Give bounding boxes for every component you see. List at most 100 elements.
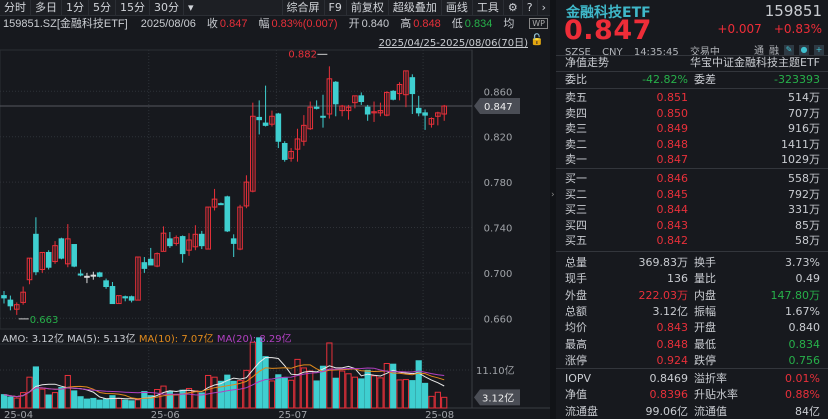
- collapse-handle-icon[interactable]: ›: [551, 190, 555, 200]
- tab-timeshare[interactable]: 分时: [0, 0, 31, 16]
- volume-bar-down: [0, 394, 8, 409]
- add-icon[interactable]: +: [814, 44, 824, 55]
- change-percent: +0.83%: [773, 22, 822, 36]
- volume-bar-up: [441, 396, 448, 409]
- stat-label: 现手: [565, 272, 587, 286]
- volume-bar-down: [415, 360, 422, 409]
- tab-15min[interactable]: 15分: [116, 0, 150, 16]
- ask-label: 卖一: [565, 153, 587, 166]
- volume-bar-down: [90, 397, 97, 409]
- chevron-right-icon[interactable]: ›: [538, 0, 550, 16]
- wp-icon[interactable]: WP: [529, 18, 548, 29]
- open-label: 开: [348, 18, 360, 30]
- volume-bar-up: [428, 395, 435, 409]
- chart-toolbar: 分时 多日 1分 5分 15分 30分 ▾ 综合屏 F9 前复权 超级叠加 画线…: [0, 0, 550, 16]
- x-tick-label: 25-08: [425, 410, 454, 419]
- candle-down: [390, 90, 396, 100]
- volume-bar-down: [319, 365, 327, 409]
- stat-label: 外盘: [565, 288, 587, 302]
- stat-label: 振幅: [694, 304, 716, 318]
- volume-bar-up: [192, 390, 199, 409]
- chart-area: 0.860 0.820 0.780 0.740 0.700 0.660 25-04 25-06…: [0, 0, 550, 419]
- volume-bar-down: [358, 378, 365, 409]
- stat-value: 136: [667, 272, 688, 286]
- period-dropdown-icon[interactable]: ▾: [184, 0, 198, 16]
- stat-value: 0.756: [788, 353, 821, 367]
- nav-row: 净值走势 华宝中证金融科技主题ETF: [556, 55, 828, 71]
- lock-icon[interactable]: 🔓: [530, 33, 544, 46]
- stat-value: 0.49: [795, 272, 821, 286]
- fund-code: 159851: [764, 2, 822, 20]
- candle-down: [198, 233, 205, 247]
- volume-bar-up: [434, 391, 441, 409]
- ask-price: 0.847: [656, 153, 689, 166]
- stat-value: 222.03万: [638, 288, 689, 302]
- gear-icon[interactable]: ⚙: [504, 0, 523, 16]
- bid-label: 买一: [565, 172, 587, 185]
- low-value: 0.834: [464, 18, 493, 30]
- volume-tick-label: 11.10亿: [476, 364, 515, 377]
- fund-value: 99.06亿: [645, 404, 689, 418]
- bid-volume: 331万: [788, 203, 820, 216]
- bell-icon[interactable]: ●: [799, 44, 809, 55]
- volume-bar-down: [179, 389, 186, 409]
- help-icon[interactable]: ?: [523, 0, 538, 16]
- candle-down: [128, 296, 135, 301]
- candlestick-chart[interactable]: 0.860 0.820 0.780 0.740 0.700 0.660 25-04 25-06…: [0, 0, 550, 419]
- volume-bar-down: [7, 396, 14, 409]
- min-price-label: 0.663: [30, 315, 59, 326]
- wb-value: -42.82%: [642, 73, 688, 86]
- volume-bar-up: [402, 379, 410, 409]
- ma10-label: MA(10): 7.07亿: [138, 334, 214, 345]
- stat-value: 1.67%: [785, 304, 820, 318]
- edit-icon[interactable]: ✎: [784, 44, 794, 55]
- volume-bar-down: [421, 382, 429, 409]
- tab-1min[interactable]: 1分: [62, 0, 89, 16]
- bid-price: 0.844: [656, 203, 689, 216]
- bid-label: 买五: [565, 234, 587, 247]
- fund-value: 0.8396: [649, 388, 689, 402]
- stat-row: 最高 0.848 最低 0.834: [556, 337, 828, 353]
- stat-label: 总额: [565, 304, 587, 318]
- ask-row: 卖一 0.847 1029万: [556, 152, 828, 168]
- fund-row: IOPV 0.8469 溢折率 0.01%: [556, 371, 828, 387]
- nav-trend-link[interactable]: 净值走势: [565, 55, 609, 71]
- candle-down: [422, 112, 428, 116]
- bid-row: 买一 0.846 558万: [556, 171, 828, 187]
- super-overlay-button[interactable]: 超级叠加: [389, 0, 442, 16]
- bid-price: 0.843: [656, 218, 689, 232]
- x-tick-label: 25-06: [151, 410, 180, 419]
- forward-adjust-button[interactable]: 前复权: [347, 0, 389, 16]
- candle-down: [409, 77, 416, 95]
- fund-label: 升贴水率: [694, 388, 738, 402]
- fund-label: 净值: [565, 388, 587, 402]
- volume-bar-up: [13, 397, 20, 409]
- tools-button[interactable]: 工具: [473, 0, 504, 16]
- fund-row: 流通盘 99.06亿 流通值 84亿: [556, 404, 828, 419]
- last-price: 0.847: [564, 15, 652, 46]
- tab-5min[interactable]: 5分: [89, 0, 116, 16]
- volume-bar-up: [307, 370, 314, 409]
- stat-label: 跌停: [694, 353, 716, 367]
- candle-down: [141, 262, 148, 269]
- low-label: 低: [451, 18, 463, 30]
- f9-button[interactable]: F9: [325, 0, 347, 16]
- tab-multiday[interactable]: 多日: [31, 0, 62, 16]
- volume-bar-up: [39, 388, 46, 409]
- ask-volume: 1029万: [781, 153, 820, 166]
- date-range-selector[interactable]: 2025/04/25-2025/08/06(70日): [379, 34, 528, 49]
- volume-bar-up: [154, 389, 161, 409]
- volume-bar-down: [409, 380, 416, 409]
- volume-bar-up: [370, 375, 378, 409]
- y-tick-label: 0.700: [484, 269, 513, 280]
- stat-value: 369.83万: [638, 256, 689, 269]
- current-price-label: 0.847: [484, 102, 513, 113]
- bid-volume: 85万: [795, 218, 820, 232]
- stat-label: 量比: [694, 272, 716, 286]
- candle-down: [109, 286, 116, 305]
- tab-30min[interactable]: 30分: [150, 0, 184, 16]
- volume-bar-up: [288, 379, 295, 409]
- volume-legend: AMO: 3.12亿 MA(5): 5.13亿 MA(10): 7.07亿 MA…: [2, 330, 292, 345]
- composite-screen-button[interactable]: 综合屏: [281, 0, 325, 16]
- draw-line-button[interactable]: 画线: [442, 0, 473, 16]
